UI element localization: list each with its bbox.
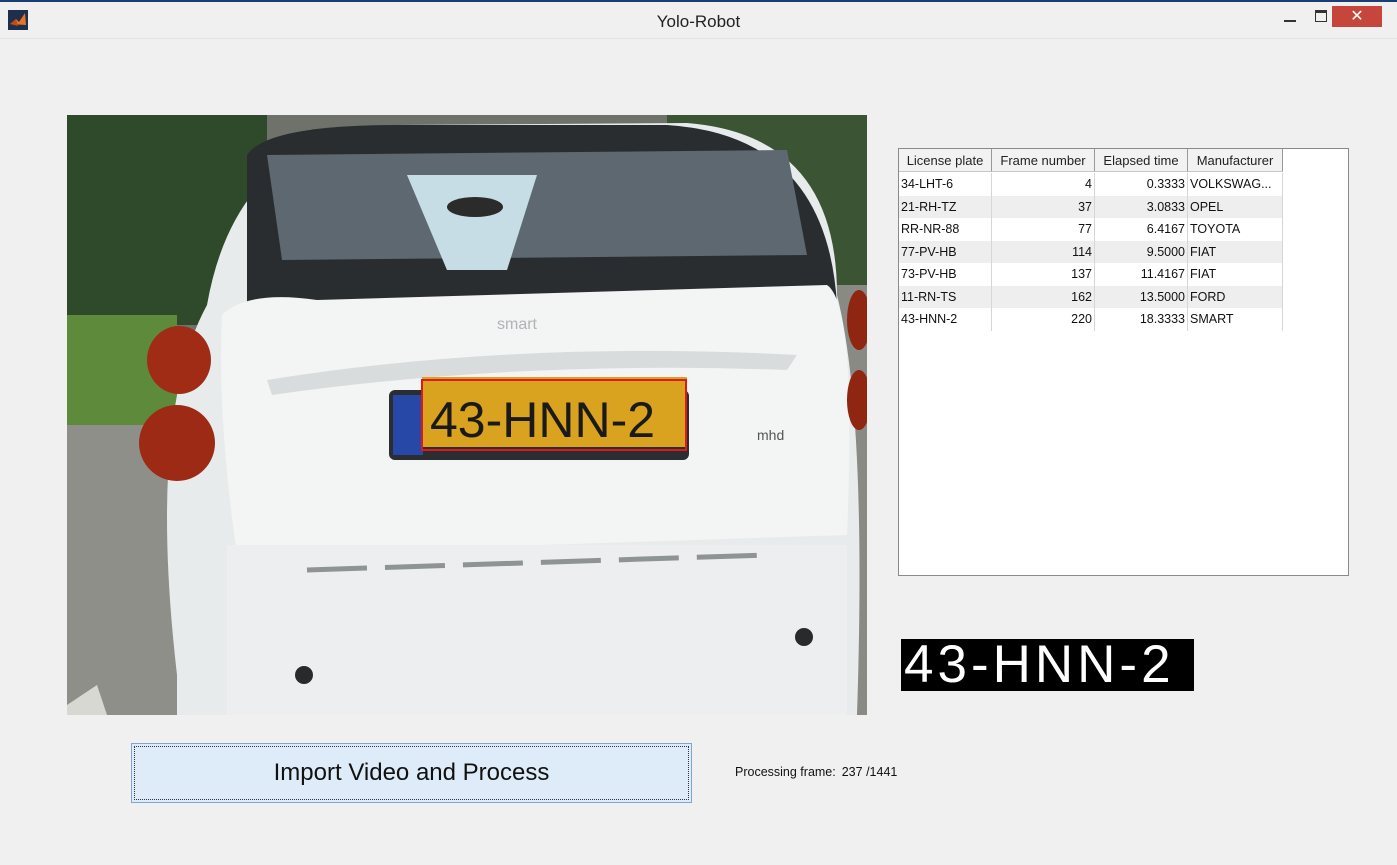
- table-row[interactable]: RR-NR-88 77 6.4167 TOYOTA: [899, 218, 1283, 241]
- cell-manufacturer[interactable]: FIAT: [1188, 240, 1283, 263]
- table-row[interactable]: 34-LHT-6 4 0.3333 VOLKSWAG...: [899, 173, 1283, 196]
- cell-elapsed-time[interactable]: 6.4167: [1095, 218, 1188, 241]
- import-video-button[interactable]: Import Video and Process: [131, 743, 692, 803]
- processing-status-value: 237 /1441: [841, 765, 898, 779]
- results-table[interactable]: License plate Frame number Elapsed time …: [898, 148, 1349, 576]
- cell-manufacturer[interactable]: FORD: [1188, 285, 1283, 308]
- table-row[interactable]: 11-RN-TS 162 13.5000 FORD: [899, 285, 1283, 308]
- detection-bounding-box: [421, 379, 687, 451]
- cell-frame-number[interactable]: 37: [992, 195, 1095, 218]
- table-header: License plate Frame number Elapsed time …: [899, 149, 1283, 173]
- title-bar: Yolo-Robot ✕: [0, 2, 1397, 39]
- svg-text:mhd: mhd: [757, 427, 784, 443]
- cell-license-plate[interactable]: 77-PV-HB: [899, 240, 992, 263]
- cell-license-plate[interactable]: 43-HNN-2: [899, 308, 992, 331]
- column-header-elapsed-time[interactable]: Elapsed time: [1095, 149, 1188, 172]
- column-header-frame-number[interactable]: Frame number: [992, 149, 1095, 172]
- processing-status-label: Processing frame:: [735, 765, 836, 779]
- cell-frame-number[interactable]: 137: [992, 263, 1095, 286]
- table-row[interactable]: 21-RH-TZ 37 3.0833 OPEL: [899, 195, 1283, 218]
- cell-manufacturer[interactable]: SMART: [1188, 308, 1283, 331]
- cell-license-plate[interactable]: 73-PV-HB: [899, 263, 992, 286]
- cell-manufacturer[interactable]: FIAT: [1188, 263, 1283, 286]
- cell-frame-number[interactable]: 114: [992, 240, 1095, 263]
- svg-text:smart: smart: [497, 316, 538, 333]
- cell-manufacturer[interactable]: VOLKSWAG...: [1188, 173, 1283, 196]
- cell-manufacturer[interactable]: TOYOTA: [1188, 218, 1283, 241]
- table-row[interactable]: 77-PV-HB 114 9.5000 FIAT: [899, 240, 1283, 263]
- cell-frame-number[interactable]: 220: [992, 308, 1095, 331]
- binarized-plate-image: 43-HNN-2: [901, 639, 1194, 691]
- cell-frame-number[interactable]: 162: [992, 285, 1095, 308]
- cell-elapsed-time[interactable]: 13.5000: [1095, 285, 1188, 308]
- cell-license-plate[interactable]: 21-RH-TZ: [899, 195, 992, 218]
- table-body: 34-LHT-6 4 0.3333 VOLKSWAG... 21-RH-TZ 3…: [899, 173, 1283, 331]
- column-header-manufacturer[interactable]: Manufacturer: [1188, 149, 1283, 172]
- cell-frame-number[interactable]: 4: [992, 173, 1095, 196]
- cell-license-plate[interactable]: RR-NR-88: [899, 218, 992, 241]
- processing-status: Processing frame: 237 /1441: [735, 765, 897, 779]
- cell-elapsed-time[interactable]: 3.0833: [1095, 195, 1188, 218]
- cell-frame-number[interactable]: 77: [992, 218, 1095, 241]
- cell-manufacturer[interactable]: OPEL: [1188, 195, 1283, 218]
- close-button[interactable]: ✕: [1332, 6, 1382, 27]
- window-title: Yolo-Robot: [656, 12, 741, 31]
- cell-elapsed-time[interactable]: 18.3333: [1095, 308, 1188, 331]
- plate-crop-text: 43-HNN-2: [904, 639, 1175, 691]
- minimize-button[interactable]: [1276, 6, 1304, 28]
- cell-elapsed-time[interactable]: 11.4167: [1095, 263, 1188, 286]
- column-header-license-plate[interactable]: License plate: [899, 149, 992, 172]
- cell-license-plate[interactable]: 34-LHT-6: [899, 173, 992, 196]
- table-row[interactable]: 73-PV-HB 137 11.4167 FIAT: [899, 263, 1283, 286]
- cell-license-plate[interactable]: 11-RN-TS: [899, 285, 992, 308]
- cell-elapsed-time[interactable]: 9.5000: [1095, 240, 1188, 263]
- table-row[interactable]: 43-HNN-2 220 18.3333 SMART: [899, 308, 1283, 331]
- cell-elapsed-time[interactable]: 0.3333: [1095, 173, 1188, 196]
- maximize-button[interactable]: [1308, 6, 1334, 28]
